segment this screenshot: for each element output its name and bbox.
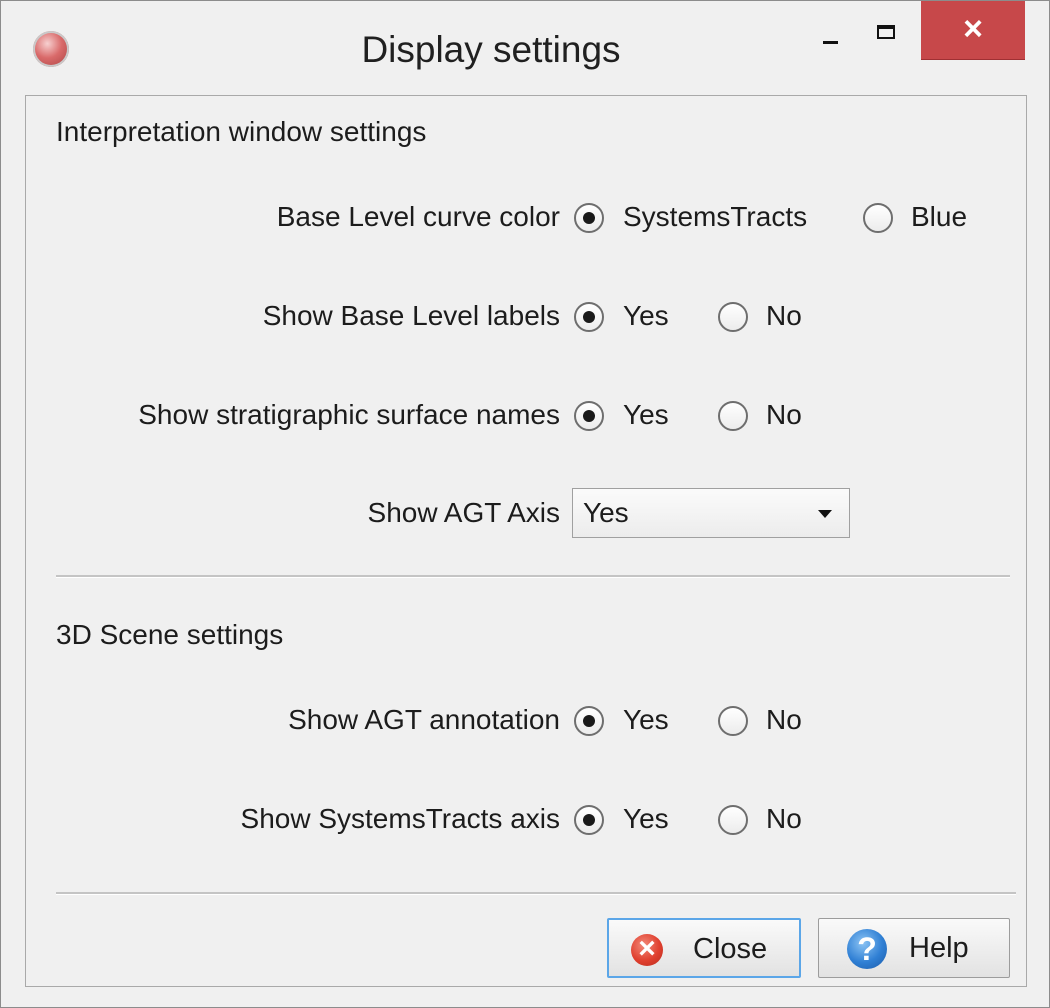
- systemstracts-axis-yes-label[interactable]: Yes: [623, 803, 669, 835]
- close-icon: [631, 931, 663, 967]
- window-title: Display settings: [361, 29, 621, 70]
- minimize-button[interactable]: [807, 1, 855, 59]
- minimize-icon: [823, 41, 838, 44]
- agt-annotation-yes-label[interactable]: Yes: [623, 704, 669, 736]
- agt-annotation-yes-radio[interactable]: [574, 706, 604, 736]
- maximize-button[interactable]: [863, 1, 911, 59]
- agt-annotation-no-label[interactable]: No: [766, 704, 802, 736]
- systemstracts-axis-no-label[interactable]: No: [766, 803, 802, 835]
- settings-panel: Interpretation window settings Base Leve…: [25, 95, 1027, 987]
- help-button-label: Help: [909, 932, 969, 964]
- agt-axis-dropdown[interactable]: Yes: [572, 488, 850, 538]
- base-level-labels-yes-label[interactable]: Yes: [623, 300, 669, 332]
- title-bar[interactable]: Display settings ×: [1, 1, 1049, 95]
- footer-divider: [56, 892, 1016, 895]
- section-divider: [56, 575, 1010, 578]
- base-level-labels-no-radio[interactable]: [718, 302, 748, 332]
- base-level-labels-label: Show Base Level labels: [262, 300, 560, 331]
- base-level-color-blue-radio[interactable]: [863, 203, 893, 233]
- surface-names-yes-radio[interactable]: [574, 401, 604, 431]
- help-button[interactable]: Help: [818, 918, 1010, 978]
- chevron-down-icon: [818, 510, 832, 518]
- agt-axis-selected-value: Yes: [583, 497, 629, 528]
- base-level-color-systemstracts-label[interactable]: SystemsTracts: [623, 201, 807, 233]
- base-level-color-label: Base Level curve color: [276, 201, 560, 232]
- close-button[interactable]: Close: [607, 918, 801, 978]
- surface-names-no-radio[interactable]: [718, 401, 748, 431]
- display-settings-window: Display settings × Interpretation window…: [0, 0, 1050, 1008]
- surface-names-no-label[interactable]: No: [766, 399, 802, 431]
- help-icon: [847, 929, 887, 969]
- section-title-interpretation: Interpretation window settings: [56, 116, 427, 147]
- agt-axis-label: Show AGT Axis: [367, 497, 560, 528]
- surface-names-label: Show stratigraphic surface names: [138, 399, 560, 430]
- base-level-labels-yes-radio[interactable]: [574, 302, 604, 332]
- base-level-color-systemstracts-radio[interactable]: [574, 203, 604, 233]
- window-close-button[interactable]: ×: [921, 1, 1025, 60]
- systemstracts-axis-label: Show SystemsTracts axis: [240, 803, 560, 834]
- base-level-labels-no-label[interactable]: No: [766, 300, 802, 332]
- close-button-label: Close: [693, 933, 768, 965]
- agt-annotation-label: Show AGT annotation: [288, 704, 560, 735]
- systemstracts-axis-no-radio[interactable]: [718, 805, 748, 835]
- close-icon: ×: [963, 10, 983, 48]
- base-level-color-blue-label[interactable]: Blue: [911, 201, 967, 233]
- maximize-icon: [877, 25, 895, 39]
- surface-names-yes-label[interactable]: Yes: [623, 399, 669, 431]
- section-title-3d-scene: 3D Scene settings: [56, 619, 284, 650]
- agt-annotation-no-radio[interactable]: [718, 706, 748, 736]
- systemstracts-axis-yes-radio[interactable]: [574, 805, 604, 835]
- app-icon: [33, 31, 69, 67]
